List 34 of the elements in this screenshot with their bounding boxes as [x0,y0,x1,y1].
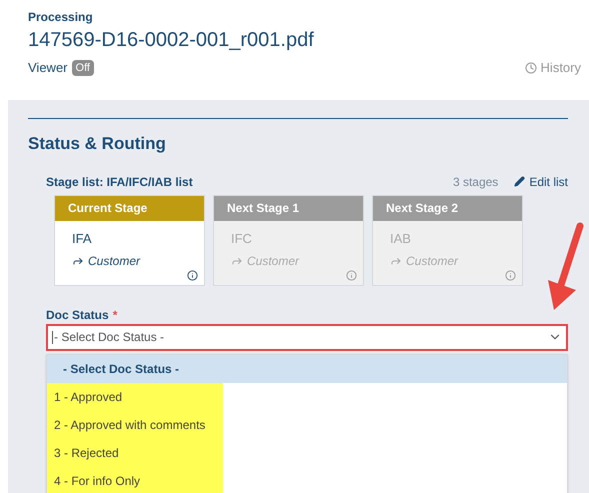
stage-code: IFC [231,230,252,248]
dropdown-option[interactable]: 1 - Approved [47,382,567,410]
info-icon [346,270,357,280]
stage-heading: Current Stage [55,196,204,220]
info-icon [187,270,198,280]
stage-code: IAB [390,230,411,248]
text-cursor [52,330,53,344]
page-eyebrow: Processing [28,9,93,26]
share-arrow-icon [390,255,402,267]
dropdown-option[interactable]: 4 - For info Only [47,466,567,493]
stage-heading: Next Stage 1 [214,196,363,220]
stage-recipient: Customer [247,253,300,270]
stage-code: IFA [72,230,92,248]
dropdown-option[interactable]: - Select Doc Status - [47,354,567,382]
viewer-label: Viewer [28,59,68,77]
pencil-icon [514,176,526,187]
stage-heading: Next Stage 2 [373,196,522,220]
select-placeholder: - Select Doc Status - [54,329,164,346]
edit-list-link[interactable]: Edit list [514,172,568,190]
section-title: Status & Routing [28,133,166,155]
dropdown-option[interactable]: 3 - Rejected [47,438,567,466]
info-icon [505,270,516,280]
dropdown-option[interactable]: 2 - Approved with comments [47,410,567,438]
required-mark: * [112,306,118,324]
clock-icon [524,62,537,74]
file-name: 147569-D16-0002-001_r001.pdf [28,28,314,53]
stage-recipient: Customer [406,253,458,270]
doc-status-label: Doc Status [46,306,109,324]
stage-recipient: Customer [88,253,140,270]
share-arrow-icon [72,255,84,267]
stage-count: 3 stages [452,174,498,190]
share-arrow-icon [231,255,243,267]
stage-list-label: Stage list: IFA/IFC/IAB list [46,174,193,190]
doc-status-select[interactable]: - Select Doc Status - [46,324,568,350]
